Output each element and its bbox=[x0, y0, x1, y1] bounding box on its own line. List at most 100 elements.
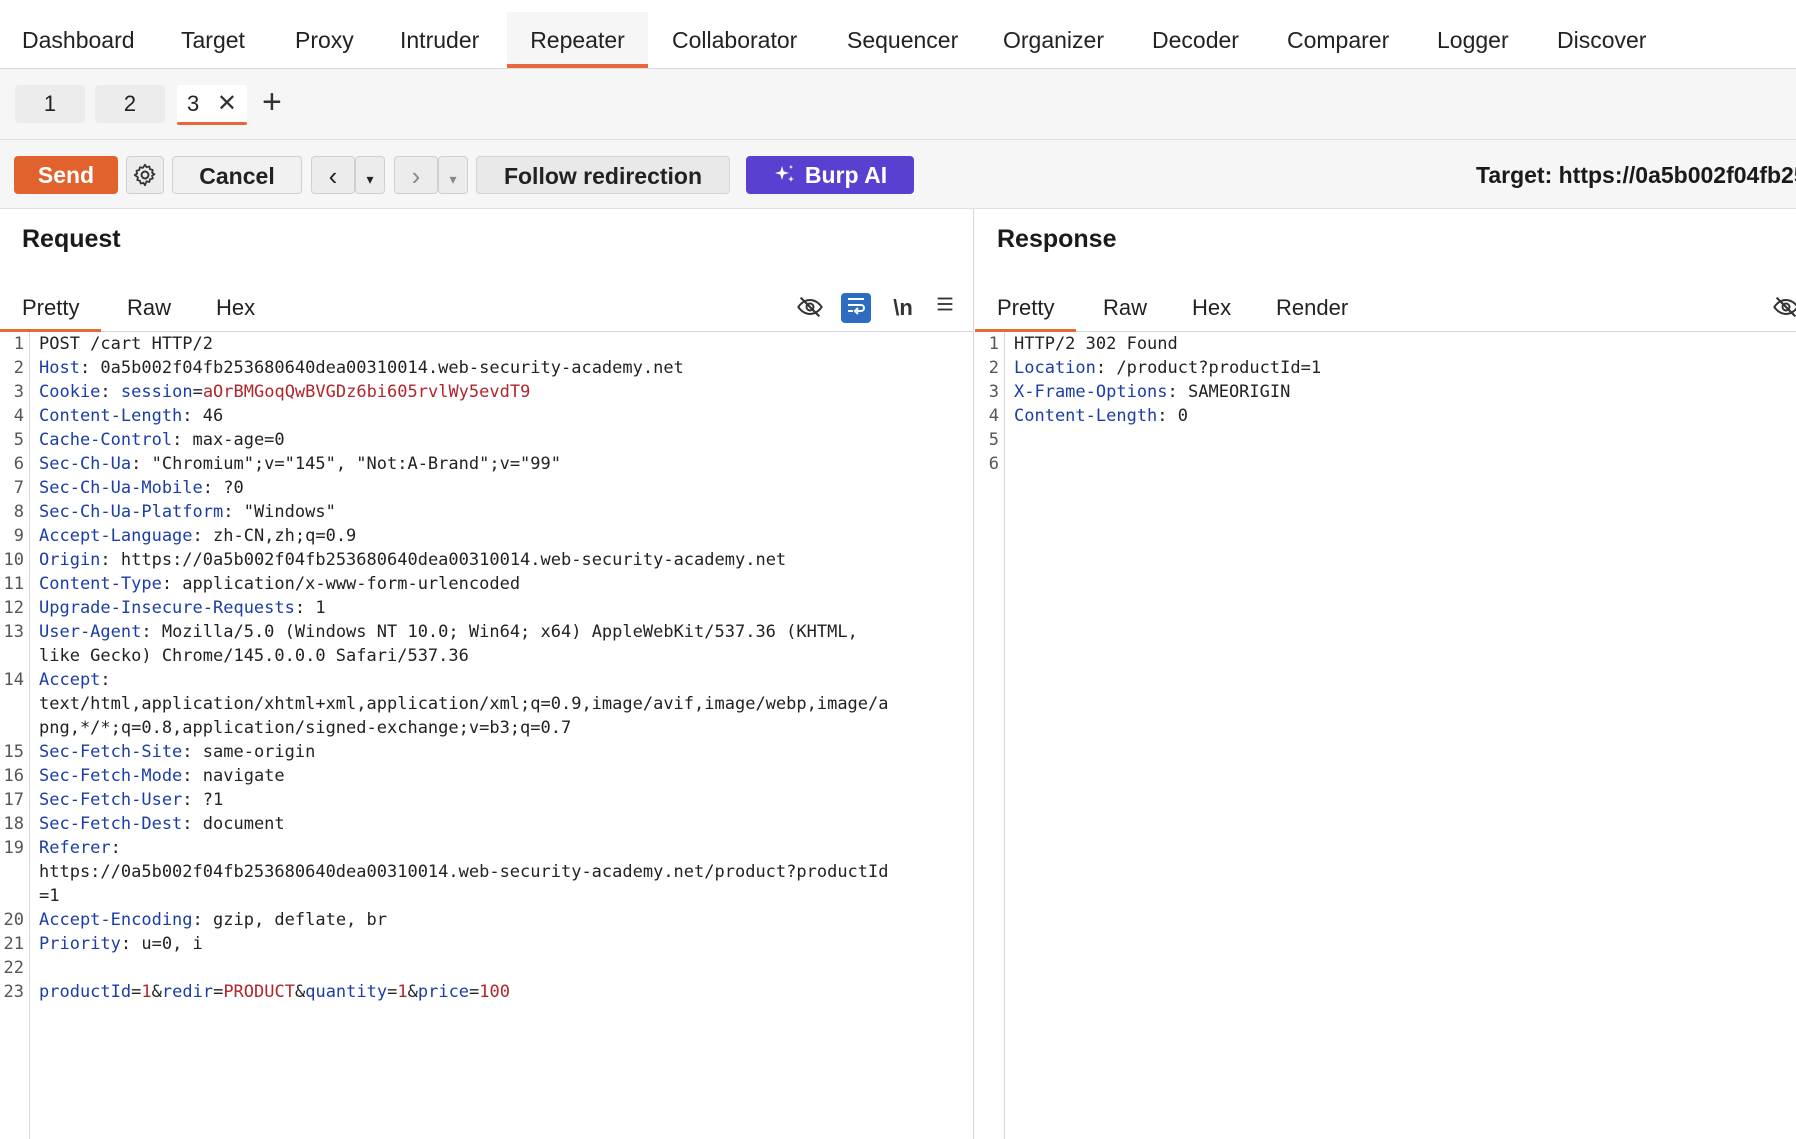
cancel-button[interactable]: Cancel bbox=[172, 156, 302, 194]
header-name: Content-Length bbox=[1014, 406, 1158, 426]
line-number: 20 bbox=[3, 910, 24, 930]
line-content: Referer: bbox=[39, 836, 121, 860]
line-content: Accept-Encoding: gzip, deflate, br bbox=[39, 908, 387, 932]
line-content: X-Frame-Options: SAMEORIGIN bbox=[1014, 380, 1290, 404]
nav-tab-discover[interactable]: Discover bbox=[1557, 12, 1646, 68]
nav-tab-sequencer[interactable]: Sequencer bbox=[847, 12, 958, 68]
newline-icon[interactable]: \n bbox=[888, 293, 918, 323]
nav-tab-logger[interactable]: Logger bbox=[1437, 12, 1509, 68]
text-segment: : max-age=0 bbox=[172, 430, 285, 450]
line-content: Origin: https://0a5b002f04fb253680640dea… bbox=[39, 548, 786, 572]
line-number: 12 bbox=[3, 598, 24, 618]
header-name: Host bbox=[39, 358, 80, 378]
response-tab-raw[interactable]: Raw bbox=[1103, 285, 1147, 331]
line-number: 22 bbox=[3, 958, 24, 978]
text-segment: : bbox=[100, 382, 121, 402]
wrap-glyph-icon bbox=[848, 298, 865, 315]
response-tab-hex[interactable]: Hex bbox=[1192, 285, 1231, 331]
header-name: Sec-Fetch-Dest bbox=[39, 814, 183, 834]
line-number: 2 bbox=[13, 358, 24, 378]
hide-icon[interactable] bbox=[795, 293, 825, 323]
line-content: https://0a5b002f04fb253680640dea00310014… bbox=[39, 860, 889, 884]
nav-tab-comparer[interactable]: Comparer bbox=[1287, 12, 1389, 68]
text-segment: : same-origin bbox=[182, 742, 316, 762]
add-tab-icon[interactable]: + bbox=[262, 83, 282, 121]
request-editor[interactable]: 1 POST /cart HTTP/2 2 Host: 0a5b002f04fb253… bbox=[0, 332, 973, 1139]
text-segment: png,*/*;q=0.8,application/signed-exchang… bbox=[39, 718, 572, 738]
request-tab-raw[interactable]: Raw bbox=[127, 285, 171, 331]
text-segment: HTTP/2 302 Found bbox=[1014, 334, 1178, 354]
header-name: Upgrade-Insecure-Requests bbox=[39, 598, 295, 618]
send-button[interactable]: Send bbox=[14, 156, 118, 194]
text-segment: https://0a5b002f04fb253680640dea00310014… bbox=[39, 862, 889, 882]
line-number: 17 bbox=[3, 790, 24, 810]
forward-button[interactable]: › bbox=[394, 156, 438, 194]
back-history-dropdown[interactable]: ▾ bbox=[355, 156, 385, 194]
line-number: 5 bbox=[13, 430, 24, 450]
line-content: Content-Length: 46 bbox=[39, 404, 223, 428]
hide-icon[interactable] bbox=[1771, 293, 1796, 323]
text-segment: : /product?productId=1 bbox=[1095, 358, 1322, 378]
back-button[interactable]: ‹ bbox=[311, 156, 355, 194]
menu-icon[interactable] bbox=[930, 293, 960, 323]
header-name: Sec-Ch-Ua-Platform bbox=[39, 502, 224, 522]
header-name: Content-Length bbox=[39, 406, 183, 426]
text-segment: : 1 bbox=[294, 598, 326, 618]
param-value: 100 bbox=[479, 982, 511, 1002]
header-name: Sec-Fetch-Mode bbox=[39, 766, 183, 786]
nav-tab-repeater-label: Repeater bbox=[530, 27, 625, 53]
text-segment: : "Chromium";v="145", "Not:A-Brand";v="9… bbox=[131, 454, 561, 474]
header-name: price bbox=[417, 982, 470, 1002]
nav-tab-dashboard[interactable]: Dashboard bbox=[22, 12, 135, 68]
nav-tab-target[interactable]: Target bbox=[181, 12, 245, 68]
response-editor[interactable]: 1 HTTP/2 302 Found 2 Location: /product?pro… bbox=[975, 332, 1796, 1139]
line-content: Sec-Fetch-Mode: navigate bbox=[39, 764, 285, 788]
nav-tab-repeater[interactable]: Repeater bbox=[507, 12, 648, 68]
line-content: Sec-Ch-Ua-Platform: "Windows" bbox=[39, 500, 336, 524]
param-value: 1 bbox=[397, 982, 408, 1002]
wrap-lines-icon[interactable] bbox=[841, 293, 871, 323]
nav-tab-organizer[interactable]: Organizer bbox=[1003, 12, 1104, 68]
burp-ai-button[interactable]: Burp AI bbox=[746, 156, 914, 194]
line-number: 8 bbox=[13, 502, 24, 522]
line-content: Location: /product?productId=1 bbox=[1014, 356, 1321, 380]
text-segment: : navigate bbox=[182, 766, 285, 786]
settings-button[interactable] bbox=[126, 156, 164, 194]
response-tab-pretty[interactable]: Pretty bbox=[975, 285, 1077, 332]
request-tab-pretty[interactable]: Pretty bbox=[0, 285, 102, 332]
response-tab-render[interactable]: Render bbox=[1276, 285, 1348, 331]
sparkle-icon bbox=[774, 165, 794, 182]
header-name: quantity bbox=[305, 982, 388, 1002]
nav-tab-collaborator[interactable]: Collaborator bbox=[672, 12, 797, 68]
text-segment: = bbox=[131, 982, 142, 1002]
nav-tab-decoder[interactable]: Decoder bbox=[1152, 12, 1239, 68]
request-tab-hex[interactable]: Hex bbox=[216, 285, 255, 331]
follow-redirection-button[interactable]: Follow redirection bbox=[476, 156, 730, 194]
text-segment: : "Windows" bbox=[223, 502, 336, 522]
line-content: Sec-Ch-Ua: "Chromium";v="145", "Not:A-Br… bbox=[39, 452, 561, 476]
repeater-tab-3[interactable]: 3 ✕ bbox=[177, 85, 247, 125]
header-name: session bbox=[120, 382, 193, 402]
header-name: X-Frame-Options bbox=[1014, 382, 1168, 402]
close-icon[interactable]: ✕ bbox=[217, 85, 237, 123]
line-content: text/html,application/xhtml+xml,applicat… bbox=[39, 692, 889, 716]
nav-tab-intruder[interactable]: Intruder bbox=[400, 12, 479, 68]
forward-history-dropdown[interactable]: ▾ bbox=[438, 156, 468, 194]
text-segment: : Mozilla/5.0 (Windows NT 10.0; Win64; x… bbox=[141, 622, 858, 642]
target-label[interactable]: Target: https://0a5b002f04fb253680640dea… bbox=[1476, 156, 1796, 194]
header-name: Sec-Ch-Ua bbox=[39, 454, 132, 474]
header-name: Accept bbox=[39, 670, 101, 690]
burp-ai-label: Burp AI bbox=[804, 162, 888, 188]
chevron-left-icon: ‹ bbox=[328, 161, 338, 191]
header-name: Cache-Control bbox=[39, 430, 173, 450]
line-content: Sec-Fetch-Dest: document bbox=[39, 812, 285, 836]
param-value: PRODUCT bbox=[223, 982, 295, 1002]
repeater-tab-1[interactable]: 1 bbox=[15, 85, 85, 123]
line-number: 1 bbox=[13, 334, 24, 354]
text-segment: = bbox=[387, 982, 398, 1002]
header-name: productId bbox=[39, 982, 132, 1002]
nav-tab-proxy[interactable]: Proxy bbox=[295, 12, 354, 68]
header-name: Sec-Fetch-User bbox=[39, 790, 183, 810]
param-value: 1 bbox=[141, 982, 152, 1002]
repeater-tab-2[interactable]: 2 bbox=[95, 85, 165, 123]
